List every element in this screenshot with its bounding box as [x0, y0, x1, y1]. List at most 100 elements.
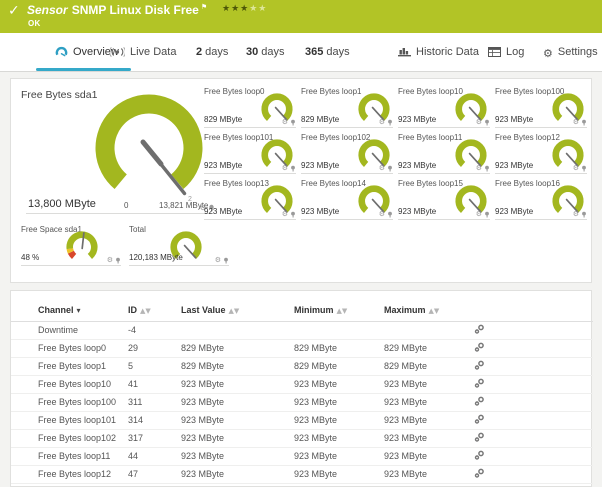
tile-actions[interactable]: ⚙: [476, 119, 490, 126]
tab-2-days[interactable]: 2 days: [196, 33, 228, 71]
gear-icon[interactable]: ⚙: [476, 165, 482, 172]
gear-icon[interactable]: ⚙: [573, 165, 579, 172]
cell-channel[interactable]: Free Bytes loop0: [11, 339, 128, 358]
pin-icon[interactable]: [484, 119, 490, 126]
tab-365-days[interactable]: 365 days: [305, 33, 350, 71]
table-row[interactable]: Free Bytes loop10 41 923 MByte 923 MByte 923…: [11, 375, 593, 394]
tile-actions[interactable]: ⚙: [215, 257, 229, 264]
column-header-channel[interactable]: Channel ▾: [11, 299, 128, 322]
cell-channel[interactable]: Free Bytes loop100: [11, 393, 128, 412]
gear-icon[interactable]: ⚙: [282, 211, 288, 218]
gauge-tile[interactable]: Free Bytes loop13 923 MByte ⚙: [204, 179, 296, 223]
cell-actions[interactable]: [474, 375, 593, 394]
gear-icon[interactable]: ⚙: [282, 119, 288, 126]
gear-icon[interactable]: ⚙: [379, 211, 385, 218]
table-row[interactable]: Free Bytes loop0 29 829 MByte 829 MByte 829 …: [11, 339, 593, 358]
pin-icon[interactable]: [484, 211, 490, 218]
cell-actions[interactable]: [474, 429, 593, 448]
tile-actions[interactable]: ⚙: [282, 165, 296, 172]
gear-icon[interactable]: ⚙: [573, 211, 579, 218]
gear-icon[interactable]: ⚙: [107, 257, 113, 264]
pin-icon[interactable]: [290, 165, 296, 172]
gauge-tile-main[interactable]: Free Bytes sda1 2 13,800 MByte 0 13,821 …: [21, 85, 214, 217]
pin-icon[interactable]: [223, 257, 229, 264]
cell-channel[interactable]: Free Bytes loop102: [11, 429, 128, 448]
pin-icon[interactable]: [387, 165, 393, 172]
channel-settings-icon[interactable]: [474, 432, 485, 442]
pin-icon[interactable]: [115, 257, 121, 264]
pin-icon[interactable]: [290, 119, 296, 126]
gauge-tile[interactable]: Free Bytes loop10 923 MByte ⚙: [398, 87, 490, 131]
tab-30-days[interactable]: 30 days: [246, 33, 285, 71]
gear-icon[interactable]: ⚙: [476, 119, 482, 126]
cell-actions[interactable]: [474, 447, 593, 466]
table-row[interactable]: Free Bytes loop12 47 923 MByte 923 MByte 923…: [11, 465, 593, 484]
column-header-id[interactable]: ID ▲▼: [128, 299, 181, 322]
cell-channel[interactable]: Free Bytes loop11: [11, 447, 128, 466]
channel-settings-icon[interactable]: [474, 414, 485, 424]
gear-icon[interactable]: ⚙: [379, 165, 385, 172]
gauge-tile[interactable]: Free Bytes loop102 923 MByte ⚙: [301, 133, 393, 177]
tab-historic-data[interactable]: Historic Data: [398, 33, 479, 71]
column-header-minimum[interactable]: Minimum ▲▼: [294, 299, 384, 322]
sort-icon[interactable]: ▲▼: [229, 307, 240, 315]
gauge-tile[interactable]: Free Bytes loop16 923 MByte ⚙: [495, 179, 587, 223]
tile-actions[interactable]: ⚙: [476, 211, 490, 218]
table-row[interactable]: Free Bytes loop1 5 829 MByte 829 MByte 829 M…: [11, 357, 593, 376]
tile-actions[interactable]: ⚙: [379, 119, 393, 126]
channel-settings-icon[interactable]: [474, 396, 485, 406]
table-row[interactable]: Free Bytes loop100 311 923 MByte 923 MByte 9…: [11, 393, 593, 412]
gauge-tile[interactable]: Free Bytes loop100 923 MByte ⚙: [495, 87, 587, 131]
channel-settings-icon[interactable]: [474, 468, 485, 478]
cell-channel[interactable]: Free Bytes loop10: [11, 375, 128, 394]
gear-icon[interactable]: ⚙: [379, 119, 385, 126]
cell-channel[interactable]: Free Bytes loop101: [11, 411, 128, 430]
sort-icon[interactable]: ▲▼: [140, 307, 151, 315]
column-header-maximum[interactable]: Maximum ▲▼: [384, 299, 474, 322]
channel-settings-icon[interactable]: [474, 450, 485, 460]
pin-icon[interactable]: [581, 165, 587, 172]
sort-icon[interactable]: ▲▼: [337, 307, 348, 315]
gear-icon[interactable]: ⚙: [476, 211, 482, 218]
pin-icon[interactable]: [484, 165, 490, 172]
tab-live-data[interactable]: Live Data: [109, 33, 176, 71]
tile-actions[interactable]: ⚙: [573, 165, 587, 172]
tile-actions[interactable]: ⚙: [573, 211, 587, 218]
tile-actions[interactable]: ⚙: [573, 119, 587, 126]
cell-actions[interactable]: [474, 339, 593, 358]
cell-channel[interactable]: Free Bytes loop12: [11, 465, 128, 484]
channel-settings-icon[interactable]: [474, 324, 485, 334]
gauge-tile[interactable]: Free Bytes loop14 923 MByte ⚙: [301, 179, 393, 223]
gauge-tile[interactable]: Free Bytes loop101 923 MByte ⚙: [204, 133, 296, 177]
channel-settings-icon[interactable]: [474, 360, 485, 370]
gauge-tile[interactable]: Free Bytes loop11 923 MByte ⚙: [398, 133, 490, 177]
gauge-tile[interactable]: Free Bytes loop0 829 MByte ⚙: [204, 87, 296, 131]
gauge-tile[interactable]: Free Bytes loop12 923 MByte ⚙: [495, 133, 587, 177]
channel-settings-icon[interactable]: [474, 378, 485, 388]
gear-icon[interactable]: ⚙: [573, 119, 579, 126]
tile-actions[interactable]: ⚙: [107, 257, 121, 264]
gauge-tile[interactable]: Free Bytes loop1 829 MByte ⚙: [301, 87, 393, 131]
gauge-tile-total[interactable]: Total 120,183 MByte ⚙: [129, 225, 229, 269]
cell-actions[interactable]: [474, 357, 593, 376]
gear-icon[interactable]: ⚙: [282, 165, 288, 172]
cell-channel[interactable]: Free Bytes loop1: [11, 357, 128, 376]
pin-icon[interactable]: [387, 211, 393, 218]
cell-actions[interactable]: [474, 411, 593, 430]
tile-actions[interactable]: ⚙: [282, 119, 296, 126]
sort-icon[interactable]: ▲▼: [429, 307, 440, 315]
sort-icon[interactable]: ▾: [77, 306, 81, 315]
gauge-tile-free-space[interactable]: Free Space sda1 48 % ⚙: [21, 225, 121, 269]
priority-stars[interactable]: ★★★★★: [222, 4, 267, 14]
gear-icon[interactable]: ⚙: [215, 257, 221, 264]
table-row[interactable]: Downtime -4: [11, 321, 593, 340]
column-header-last-value[interactable]: Last Value ▲▼: [181, 299, 294, 322]
cell-channel[interactable]: Downtime: [11, 321, 128, 340]
tile-actions[interactable]: ⚙: [379, 165, 393, 172]
pin-icon[interactable]: [581, 119, 587, 126]
cell-actions[interactable]: [474, 321, 593, 340]
table-row[interactable]: Free Bytes loop102 317 923 MByte 923 MByte 9…: [11, 429, 593, 448]
pin-icon[interactable]: [581, 211, 587, 218]
tile-actions[interactable]: ⚙: [476, 165, 490, 172]
cell-actions[interactable]: [474, 393, 593, 412]
